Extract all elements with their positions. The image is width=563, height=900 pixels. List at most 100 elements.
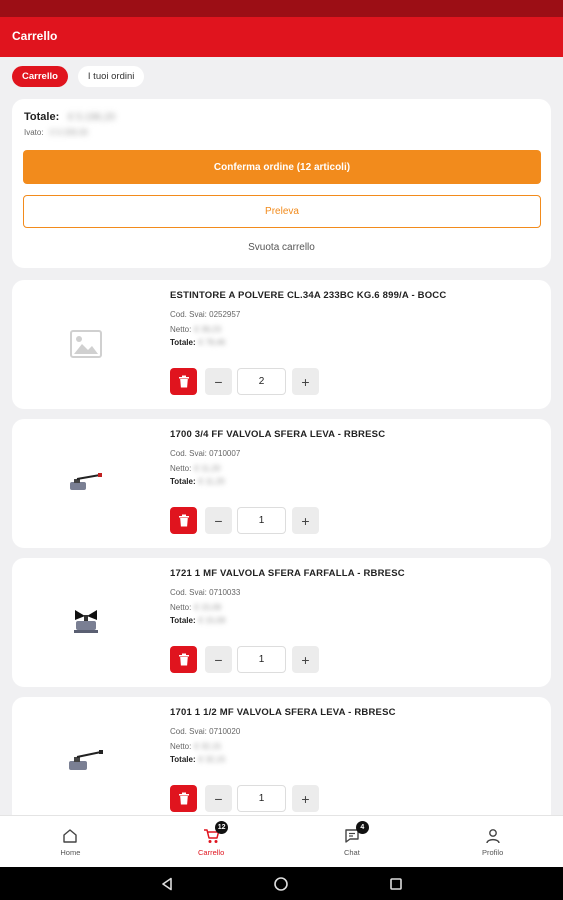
nav-chat[interactable]: 4 Chat (282, 816, 423, 867)
netto-label: Netto: (170, 325, 192, 334)
product-name: 1701 1 1/2 MF VALVOLA SFERA LEVA - RBRES… (170, 707, 396, 718)
delete-item-button[interactable] (170, 785, 197, 812)
system-navigation-bar (0, 867, 563, 900)
increase-qty-button[interactable]: + (292, 785, 319, 812)
product-code: Cod. Svai: 0710033 (170, 588, 241, 597)
chat-icon: 4 (343, 820, 369, 845)
nav-label: Home (60, 847, 81, 857)
netto-value: € 32,15 (194, 742, 222, 751)
decrease-qty-button[interactable]: − (205, 646, 232, 673)
netto-label: Netto: (170, 742, 192, 751)
nav-label: Carrello (197, 847, 225, 857)
trash-icon (178, 792, 189, 805)
nav-label: Profilo (481, 847, 504, 857)
profile-icon (484, 827, 502, 845)
totale-value: € 11,20 (198, 477, 225, 486)
status-bar (0, 0, 563, 17)
trash-icon (178, 514, 189, 527)
totale-value: € 78,46 (198, 338, 226, 347)
nav-carrello[interactable]: 12 Carrello (141, 816, 282, 867)
minus-icon: − (214, 512, 223, 529)
product-code: Cod. Svai: 0252957 (170, 310, 241, 319)
plus-icon: + (301, 651, 310, 668)
quantity-input[interactable]: 1 (237, 785, 286, 812)
app-bar: Carrello (0, 17, 563, 57)
product-totale: Totale: € 32,15 (170, 755, 225, 764)
confirm-order-button[interactable]: Conferma ordine (12 articoli) (23, 150, 541, 184)
tab-carrello[interactable]: Carrello (12, 66, 68, 87)
netto-value: € 15,09 (194, 603, 222, 612)
chat-badge: 4 (355, 820, 369, 834)
total-value: € 5.196,20 (68, 112, 116, 123)
nav-profilo[interactable]: Profilo (422, 816, 563, 867)
preleva-button[interactable]: Preleva (23, 195, 541, 228)
nav-label: Chat (343, 847, 360, 857)
increase-qty-button[interactable]: + (292, 507, 319, 534)
cart-summary-card: Totale: € 5.196,20 Ivato: € 6.339,36 Con… (12, 99, 551, 268)
totale-label: Totale: (170, 338, 196, 347)
total-label: Totale: (24, 111, 60, 123)
nav-home[interactable]: Home (0, 816, 141, 867)
page-title: Carrello (12, 29, 58, 43)
trash-icon (178, 653, 189, 666)
product-netto: Netto: € 32,15 (170, 742, 221, 751)
product-code: Cod. Svai: 0710020 (170, 727, 241, 736)
minus-icon: − (214, 790, 223, 807)
decrease-qty-button[interactable]: − (205, 785, 232, 812)
plus-icon: + (301, 790, 310, 807)
cart-item: 1721 1 MF VALVOLA SFERA FARFALLA - RBRES… (12, 558, 551, 687)
product-name: 1721 1 MF VALVOLA SFERA FARFALLA - RBRES… (170, 568, 405, 579)
delete-item-button[interactable] (170, 368, 197, 395)
tab-bar: Carrello I tuoi ordini (12, 66, 145, 87)
delete-item-button[interactable] (170, 646, 197, 673)
bottom-navigation: Home 12 Carrello 4 Chat Profilo (0, 815, 563, 867)
minus-icon: − (214, 651, 223, 668)
quantity-input[interactable]: 1 (237, 507, 286, 534)
totale-value: € 15,09 (198, 616, 226, 625)
ball-valve-butterfly-icon (62, 602, 110, 642)
quantity-input[interactable]: 1 (237, 646, 286, 673)
ball-valve-lever-icon (62, 741, 110, 781)
trash-icon (178, 375, 189, 388)
recents-icon[interactable] (388, 876, 404, 892)
totale-label: Totale: (170, 755, 196, 764)
netto-value: € 11,20 (194, 464, 221, 473)
home-icon (61, 827, 79, 845)
product-netto: Netto: € 15,09 (170, 603, 221, 612)
plus-icon: + (301, 512, 310, 529)
increase-qty-button[interactable]: + (292, 368, 319, 395)
plus-icon: + (301, 373, 310, 390)
netto-value: € 39,23 (194, 325, 222, 334)
cart-item: ESTINTORE A POLVERE CL.34A 233BC KG.6 89… (12, 280, 551, 409)
quantity-input[interactable]: 2 (237, 368, 286, 395)
netto-label: Netto: (170, 603, 192, 612)
increase-qty-button[interactable]: + (292, 646, 319, 673)
decrease-qty-button[interactable]: − (205, 368, 232, 395)
empty-cart-button[interactable]: Svuota carrello (12, 242, 551, 253)
product-totale: Totale: € 78,46 (170, 338, 225, 347)
product-name: 1700 3/4 FF VALVOLA SFERA LEVA - RBRESC (170, 429, 386, 440)
netto-label: Netto: (170, 464, 192, 473)
cart-item: 1700 3/4 FF VALVOLA SFERA LEVA - RBRESC … (12, 419, 551, 548)
cart-item: 1701 1 1/2 MF VALVOLA SFERA LEVA - RBRES… (12, 697, 551, 826)
product-netto: Netto: € 11,20 (170, 464, 220, 473)
totale-label: Totale: (170, 616, 196, 625)
product-name: ESTINTORE A POLVERE CL.34A 233BC KG.6 89… (170, 290, 447, 301)
cart-badge: 12 (215, 820, 229, 834)
ivato-label: Ivato: (24, 128, 44, 137)
totale-label: Totale: (170, 477, 196, 486)
ball-valve-lever-icon (62, 463, 110, 503)
product-totale: Totale: € 15,09 (170, 616, 225, 625)
cart-icon: 12 (202, 820, 229, 845)
tab-tuoi-ordini[interactable]: I tuoi ordini (77, 66, 145, 87)
product-netto: Netto: € 39,23 (170, 325, 221, 334)
image-placeholder-icon (62, 324, 110, 364)
delete-item-button[interactable] (170, 507, 197, 534)
back-icon[interactable] (159, 876, 175, 892)
home-button-icon[interactable] (273, 876, 289, 892)
decrease-qty-button[interactable]: − (205, 507, 232, 534)
minus-icon: − (214, 373, 223, 390)
product-totale: Totale: € 11,20 (170, 477, 225, 486)
totale-value: € 32,15 (198, 755, 226, 764)
ivato-value: € 6.339,36 (50, 128, 88, 137)
